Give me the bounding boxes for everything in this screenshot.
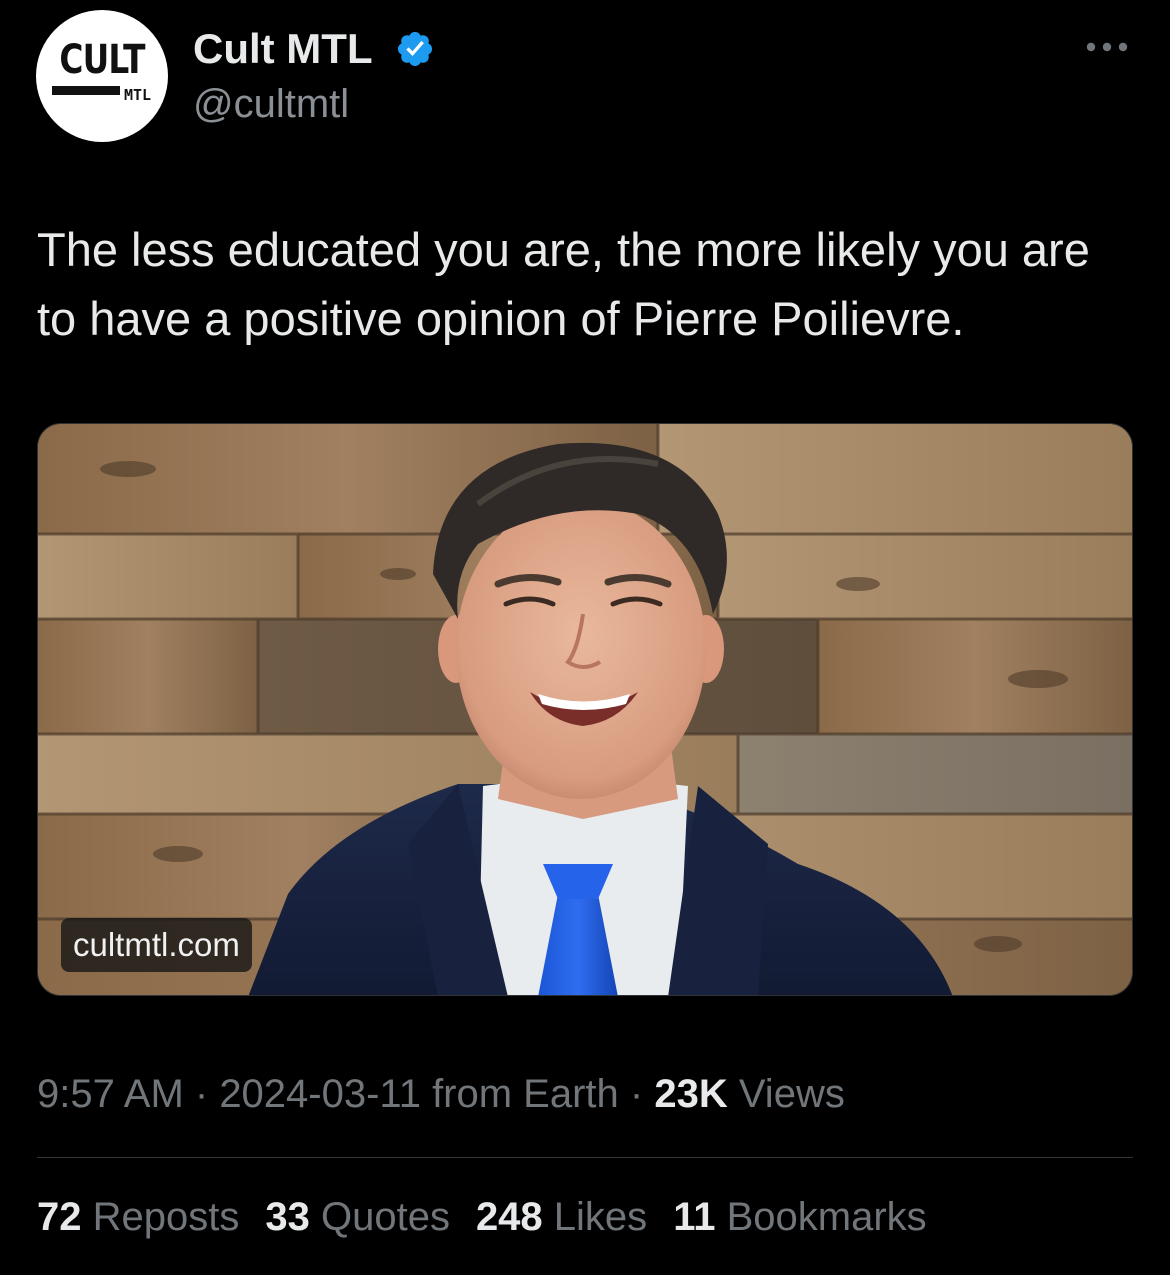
divider: [37, 1157, 1133, 1158]
tweet-source: from Earth: [420, 1072, 619, 1116]
tweet-time[interactable]: 9:57 AM: [37, 1072, 184, 1116]
account-handle[interactable]: @cultmtl: [193, 81, 349, 127]
avatar-logo-text: CULT: [59, 37, 145, 83]
account-display-name[interactable]: Cult MTL: [193, 26, 373, 72]
tweet-date[interactable]: 2024-03-11: [219, 1072, 421, 1116]
verified-badge-icon[interactable]: [395, 29, 435, 69]
likes-label: Likes: [542, 1195, 648, 1239]
account-avatar[interactable]: CULT MTL: [36, 10, 168, 142]
bookmarks-count: 11: [673, 1195, 716, 1239]
views-label[interactable]: Views: [728, 1072, 845, 1116]
tweet-text: The less educated you are, the more like…: [37, 223, 1090, 345]
likes-stat[interactable]: 248 Likes: [476, 1192, 647, 1242]
link-domain-badge[interactable]: cultmtl.com: [61, 918, 252, 972]
avatar-logo-bar: [52, 86, 120, 95]
article-photo: [38, 424, 1132, 995]
views-count[interactable]: 23K: [654, 1072, 727, 1116]
quotes-count: 33: [265, 1195, 310, 1239]
more-horizontal-icon[interactable]: [1084, 36, 1130, 58]
link-preview-card[interactable]: cultmtl.com: [37, 423, 1133, 996]
reposts-label: Reposts: [81, 1195, 240, 1239]
quotes-label: Quotes: [309, 1195, 450, 1239]
bookmarks-stat[interactable]: 11 Bookmarks: [673, 1192, 926, 1242]
quotes-stat[interactable]: 33 Quotes: [265, 1192, 450, 1242]
reposts-stat[interactable]: 72 Reposts: [37, 1192, 239, 1242]
avatar-logo-subtext: MTL: [124, 86, 152, 104]
tweet-meta: 9:57 AM · 2024-03-11 from Earth · 23K Vi…: [37, 1070, 845, 1118]
likes-count: 248: [475, 1195, 543, 1239]
reposts-count: 72: [37, 1195, 82, 1239]
meta-separator: ·: [183, 1072, 220, 1116]
engagement-stats: 72 Reposts 33 Quotes 248 Likes 11 Bookma…: [37, 1192, 927, 1242]
bookmarks-label: Bookmarks: [715, 1195, 927, 1239]
meta-separator: ·: [618, 1072, 655, 1116]
